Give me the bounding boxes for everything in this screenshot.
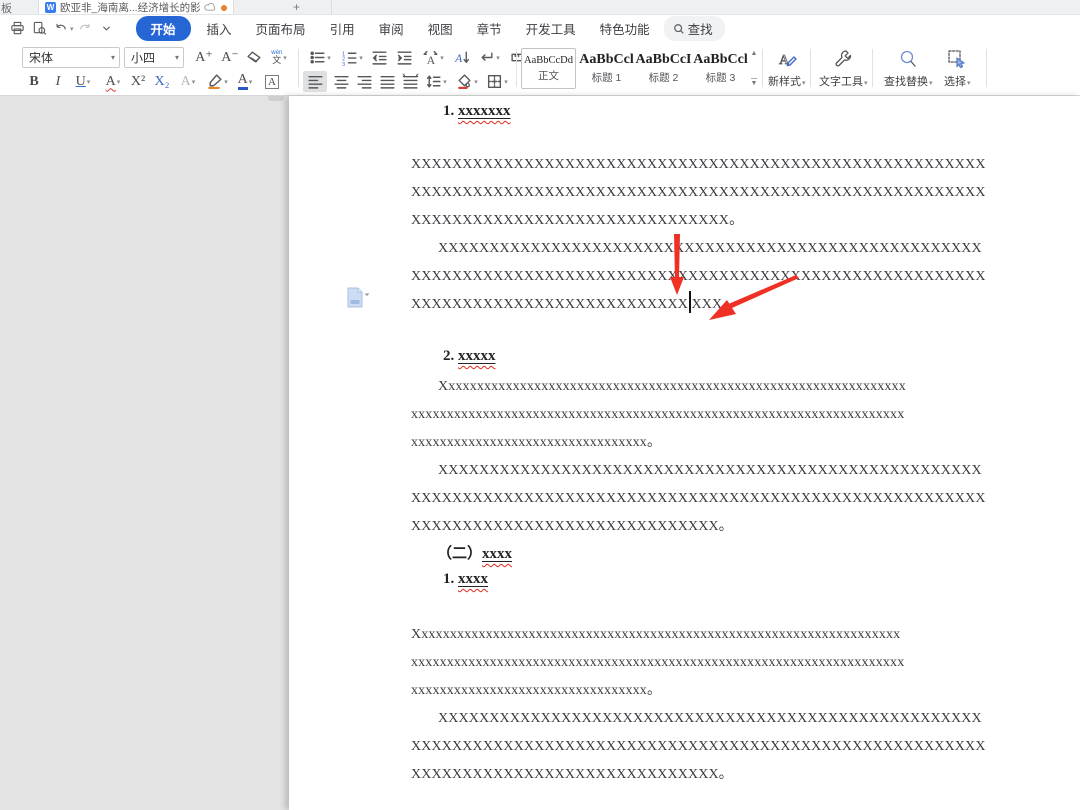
justify-button[interactable] xyxy=(375,71,399,92)
highlight-color-icon[interactable]: ▾ xyxy=(202,71,232,92)
select-cursor-icon xyxy=(947,49,967,69)
align-left-button[interactable] xyxy=(303,71,327,92)
new-style-button[interactable]: A 新样式▾ xyxy=(764,47,810,91)
borders-icon[interactable]: ▾ xyxy=(482,71,512,92)
doc-paragraph-2: XXXXXXXXXXXXXXXXXXXXXXXXXXXXXXXXXXXXXXXX… xyxy=(411,235,995,319)
select-button[interactable]: 选择▾ xyxy=(940,47,975,91)
canvas-handle[interactable] xyxy=(268,96,284,101)
text-cursor xyxy=(689,291,691,313)
styles-expand-icon[interactable]: ▼ xyxy=(751,78,758,87)
text-tool-button[interactable]: 文字工具▾ xyxy=(815,47,872,91)
tab-developer[interactable]: 开发工具 xyxy=(514,16,588,41)
doc-heading-1: 1. xxxxxxx xyxy=(443,103,511,120)
doc-heading-3: （二）xxxx xyxy=(437,542,512,563)
doc-paragraph-5: Xxxxxxxxxxxxxxxxxxxxxxxxxxxxxxxxxxxxxxxx… xyxy=(411,621,995,705)
tab-section[interactable]: 章节 xyxy=(465,16,514,41)
new-style-icon: A xyxy=(777,49,797,69)
tab-page-layout[interactable]: 页面布局 xyxy=(244,16,318,41)
character-border-icon[interactable]: A xyxy=(260,71,284,92)
italic-button[interactable]: I xyxy=(46,71,70,92)
new-tab-button[interactable]: + xyxy=(262,0,332,15)
document-page[interactable]: 1. xxxxxxx XXXXXXXXXXXXXXXXXXXXXXXXXXXXX… xyxy=(289,96,1080,810)
print-icon[interactable] xyxy=(6,19,28,39)
undo-icon[interactable] xyxy=(50,19,72,39)
font-color-icon[interactable]: A ▾ xyxy=(230,71,260,92)
style-heading3[interactable]: AaBbCcl 标题 3 xyxy=(693,48,748,89)
decrease-font-icon[interactable]: A⁻ xyxy=(218,47,242,68)
tab-references[interactable]: 引用 xyxy=(318,16,367,41)
find-replace-icon xyxy=(898,49,918,69)
align-center-button[interactable] xyxy=(329,71,353,92)
tab-special-features[interactable]: 特色功能 xyxy=(588,16,662,41)
bold-button[interactable]: B xyxy=(22,71,46,92)
text-direction-icon[interactable]: A xyxy=(449,47,473,68)
font-size-select[interactable]: 小四▾ xyxy=(124,47,184,68)
ribbon-toolbar: 刂 宋体▾ 小四▾ A⁺ A⁻ wén 文 ▾ B I U ▾ A ▾ X² X… xyxy=(0,41,1080,96)
bullet-list-icon[interactable]: ▾ xyxy=(305,47,335,68)
phonetic-guide-icon[interactable]: wén 文 ▾ xyxy=(264,47,294,68)
doc-paragraph-4: XXXXXXXXXXXXXXXXXXXXXXXXXXXXXXXXXXXXXXXX… xyxy=(411,457,995,541)
wps-doc-icon: W xyxy=(45,2,56,13)
search-icon xyxy=(673,23,685,35)
doc-heading-2: 2. xxxxx xyxy=(443,348,496,365)
tab-home[interactable]: 开始 xyxy=(136,16,191,41)
underline-button[interactable]: U ▾ xyxy=(68,71,98,92)
font-name-select[interactable]: 宋体▾ xyxy=(22,47,120,68)
style-normal[interactable]: AaBbCcDd 正文 xyxy=(521,48,576,89)
numbered-list-icon[interactable]: 123 ▾ xyxy=(337,47,367,68)
print-preview-icon[interactable] xyxy=(28,19,50,39)
character-scale-icon[interactable]: A ▾ xyxy=(417,47,449,68)
svg-text:A: A xyxy=(427,54,436,66)
background-tab[interactable]: 板 xyxy=(1,0,12,15)
strikethrough-button[interactable]: A ▾ xyxy=(98,71,128,92)
wrench-icon xyxy=(833,49,853,69)
increase-indent-icon[interactable] xyxy=(392,47,416,68)
unsaved-indicator-dot xyxy=(221,5,227,11)
increase-font-icon[interactable]: A⁺ xyxy=(192,47,216,68)
find-search-pill[interactable]: 查找 xyxy=(664,16,725,41)
svg-text:A: A xyxy=(454,52,463,65)
find-label: 查找 xyxy=(688,19,713,38)
doc-heading-4: 1. xxxx xyxy=(443,571,488,588)
superscript-button[interactable]: X² xyxy=(126,71,150,92)
floating-paste-options-icon[interactable] xyxy=(346,287,376,309)
document-tab[interactable]: W 欧亚非_海南离...经济增长的影响 xyxy=(38,0,234,15)
line-spacing-icon[interactable]: ▾ xyxy=(421,71,451,92)
styles-scroll-up-icon[interactable]: ▲ xyxy=(751,50,758,57)
style-heading2[interactable]: AaBbCcI 标题 2 xyxy=(636,48,691,89)
line-break-icon[interactable]: ▾ xyxy=(474,47,504,68)
tab-view[interactable]: 视图 xyxy=(416,16,465,41)
tab-insert[interactable]: 插入 xyxy=(195,16,244,41)
redo-icon[interactable] xyxy=(74,19,96,39)
style-heading1[interactable]: AaBbCcl 标题 1 xyxy=(579,48,634,89)
find-replace-button[interactable]: 查找替换▾ xyxy=(880,47,937,91)
cloud-sync-icon xyxy=(204,3,217,12)
document-canvas: 1. xxxxxxx XXXXXXXXXXXXXXXXXXXXXXXXXXXXX… xyxy=(0,96,1080,810)
decrease-indent-icon[interactable] xyxy=(367,47,391,68)
tab-review[interactable]: 审阅 xyxy=(367,16,416,41)
customize-toolbar-chevron-icon[interactable] xyxy=(96,19,118,39)
doc-paragraph-3: Xxxxxxxxxxxxxxxxxxxxxxxxxxxxxxxxxxxxxxxx… xyxy=(411,373,995,457)
shading-color-icon[interactable]: ▾ xyxy=(452,71,482,92)
clear-format-icon[interactable] xyxy=(242,47,266,68)
text-effects-button[interactable]: A ▾ xyxy=(174,71,202,92)
window-tab-bar: 板 W 欧亚非_海南离...经济增长的影响 + xyxy=(0,0,1080,15)
distribute-button[interactable] xyxy=(398,71,422,92)
align-right-button[interactable] xyxy=(352,71,376,92)
doc-paragraph-6: XXXXXXXXXXXXXXXXXXXXXXXXXXXXXXXXXXXXXXXX… xyxy=(411,705,995,789)
doc-paragraph-1: XXXXXXXXXXXXXXXXXXXXXXXXXXXXXXXXXXXXXXXX… xyxy=(411,151,995,235)
svg-text:3: 3 xyxy=(342,62,345,66)
menu-bar: ▾ 开始 插入 页面布局 引用 审阅 视图 章节 开发工具 特色功能 查找 xyxy=(0,16,1080,41)
subscript-button[interactable]: X₂ xyxy=(150,71,174,92)
document-tab-title: 欧亚非_海南离...经济增长的影响 xyxy=(60,0,200,15)
undo-dropdown-caret[interactable]: ▾ xyxy=(70,25,74,33)
